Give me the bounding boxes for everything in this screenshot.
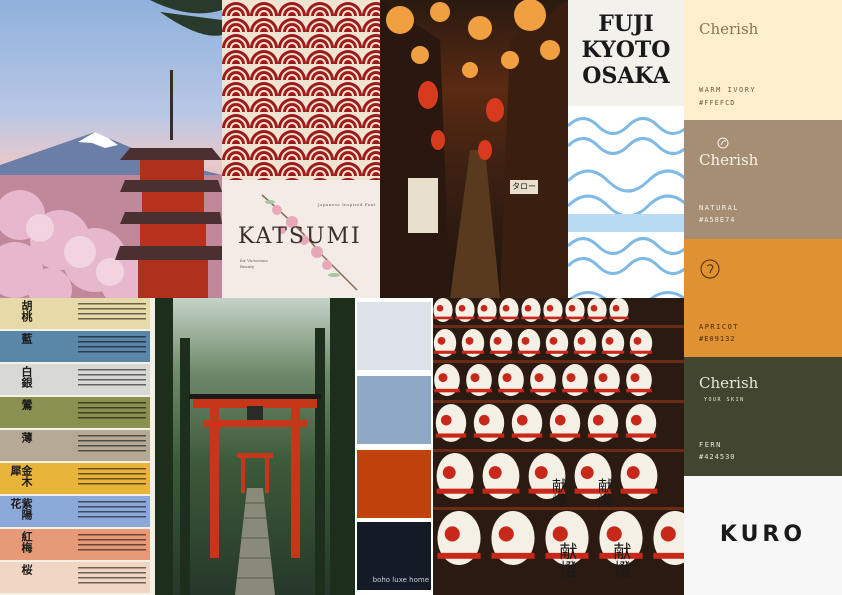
kuro-logo: KURO	[719, 522, 807, 547]
palette-swatch	[357, 450, 431, 518]
swatch-name: FERN	[699, 441, 722, 449]
fuji-pagoda-photo	[0, 0, 222, 298]
katsumi-tagline: Japanese Inspired Font	[318, 202, 376, 207]
lantern-kanji: 献燈	[596, 478, 614, 508]
paper-lanterns-photo: 献燈 献燈 献燈 献燈	[433, 298, 684, 595]
torii-gate-photo	[155, 298, 355, 595]
palette-swatch	[357, 302, 431, 370]
alley-sign: タロー	[512, 182, 536, 191]
color-name-row: 薄	[0, 430, 150, 461]
swatch-name: WARM IVORY	[699, 86, 757, 94]
lantern-kanji: 献燈	[611, 542, 632, 578]
color-name-kanji: 薄	[20, 432, 33, 443]
color-description-text	[78, 534, 146, 552]
swatch-name: NATURAL	[699, 204, 740, 212]
swatch-brand: Cherish	[699, 20, 759, 38]
color-name-row: 白銀	[0, 364, 150, 395]
moodboard: Japanese Inspired Font KATSUMI for Victo…	[0, 0, 842, 595]
palette-swatch	[357, 376, 431, 444]
color-description-text	[78, 402, 146, 420]
swatch-hex: #424530	[699, 453, 736, 461]
kyoto-line-2: KYOTO	[581, 37, 671, 63]
boho-luxe-brand: boho luxe home	[372, 576, 429, 584]
swatch-sub: YOUR SKIN	[704, 397, 745, 403]
color-name-kanji: 紅梅	[20, 531, 33, 553]
swatch-brand: Cherish	[699, 374, 759, 392]
lantern-alley-photo: タロー	[380, 0, 568, 298]
cherish-leaf-icon	[717, 137, 729, 149]
color-description-text	[78, 567, 146, 585]
color-name-kanji: 紫陽花	[9, 498, 33, 520]
alley-illustration	[380, 0, 568, 298]
swatch-hex: #E09132	[699, 335, 736, 343]
color-name-kanji: 鶯	[20, 399, 33, 410]
color-description-text	[78, 468, 146, 486]
swatch-apricot: APRICOT #E09132	[684, 239, 842, 357]
japanese-color-names-strip: 胡桃藍白銀鶯薄金木犀紫陽花紅梅桜	[0, 298, 155, 595]
color-description-text	[78, 369, 146, 387]
color-name-row: 鶯	[0, 397, 150, 428]
color-name-kanji: 胡桃	[20, 300, 33, 322]
katsumi-font-card: Japanese Inspired Font KATSUMI for Victo…	[222, 180, 380, 298]
color-description-text	[78, 303, 146, 321]
kuro-logo-card: KURO	[684, 476, 842, 595]
color-description-text	[78, 435, 146, 453]
wave-pattern-graphic	[222, 0, 380, 180]
swatch-warm-ivory: Cherish WARM IVORY #FFEFCD	[684, 0, 842, 120]
kyoto-line-1: FUJI	[598, 11, 654, 37]
color-name-kanji: 藍	[20, 333, 33, 344]
torii-illustration	[155, 298, 355, 595]
color-description-text	[78, 336, 146, 354]
swatch-natural: Cherish NATURAL #A58E74	[684, 120, 842, 239]
lantern-kanji: 献燈	[550, 478, 568, 508]
katsumi-title: KATSUMI	[238, 224, 362, 249]
swatch-hex: #A58E74	[699, 216, 736, 224]
swatch-name: APRICOT	[699, 323, 740, 331]
color-name-row: 桜	[0, 562, 150, 593]
color-name-kanji: 桜	[20, 564, 33, 575]
color-name-row: 藍	[0, 331, 150, 362]
fuji-illustration	[0, 0, 222, 298]
color-name-row: 紫陽花	[0, 496, 150, 527]
swatch-fern: Cherish YOUR SKIN FERN #424530	[684, 357, 842, 476]
kyoto-line-3: OSAKA	[582, 63, 670, 89]
cherish-color-palette: Cherish WARM IVORY #FFEFCD Cherish NATUR…	[684, 0, 842, 476]
seigaiha-wave-pattern	[222, 0, 380, 180]
color-name-kanji: 白銀	[20, 366, 33, 388]
lantern-kanji: 献燈	[557, 542, 578, 578]
apricot-symbol-icon	[700, 259, 720, 279]
fuji-kyoto-osaka-typography: FUJI KYOTO OSAKA	[568, 0, 684, 106]
boho-luxe-palette: boho luxe home	[355, 298, 433, 595]
color-description-text	[78, 501, 146, 519]
color-name-row: 紅梅	[0, 529, 150, 560]
swatch-brand: Cherish	[699, 151, 759, 169]
katsumi-side-text: for Victorious Beauty	[240, 258, 268, 269]
color-name-kanji: 金木犀	[9, 465, 33, 487]
color-name-row: 胡桃	[0, 298, 150, 329]
swatch-hex: #FFEFCD	[699, 99, 736, 107]
color-name-row: 金木犀	[0, 463, 150, 494]
lanterns-graphic: 献燈 献燈献燈 献燈	[433, 298, 684, 578]
